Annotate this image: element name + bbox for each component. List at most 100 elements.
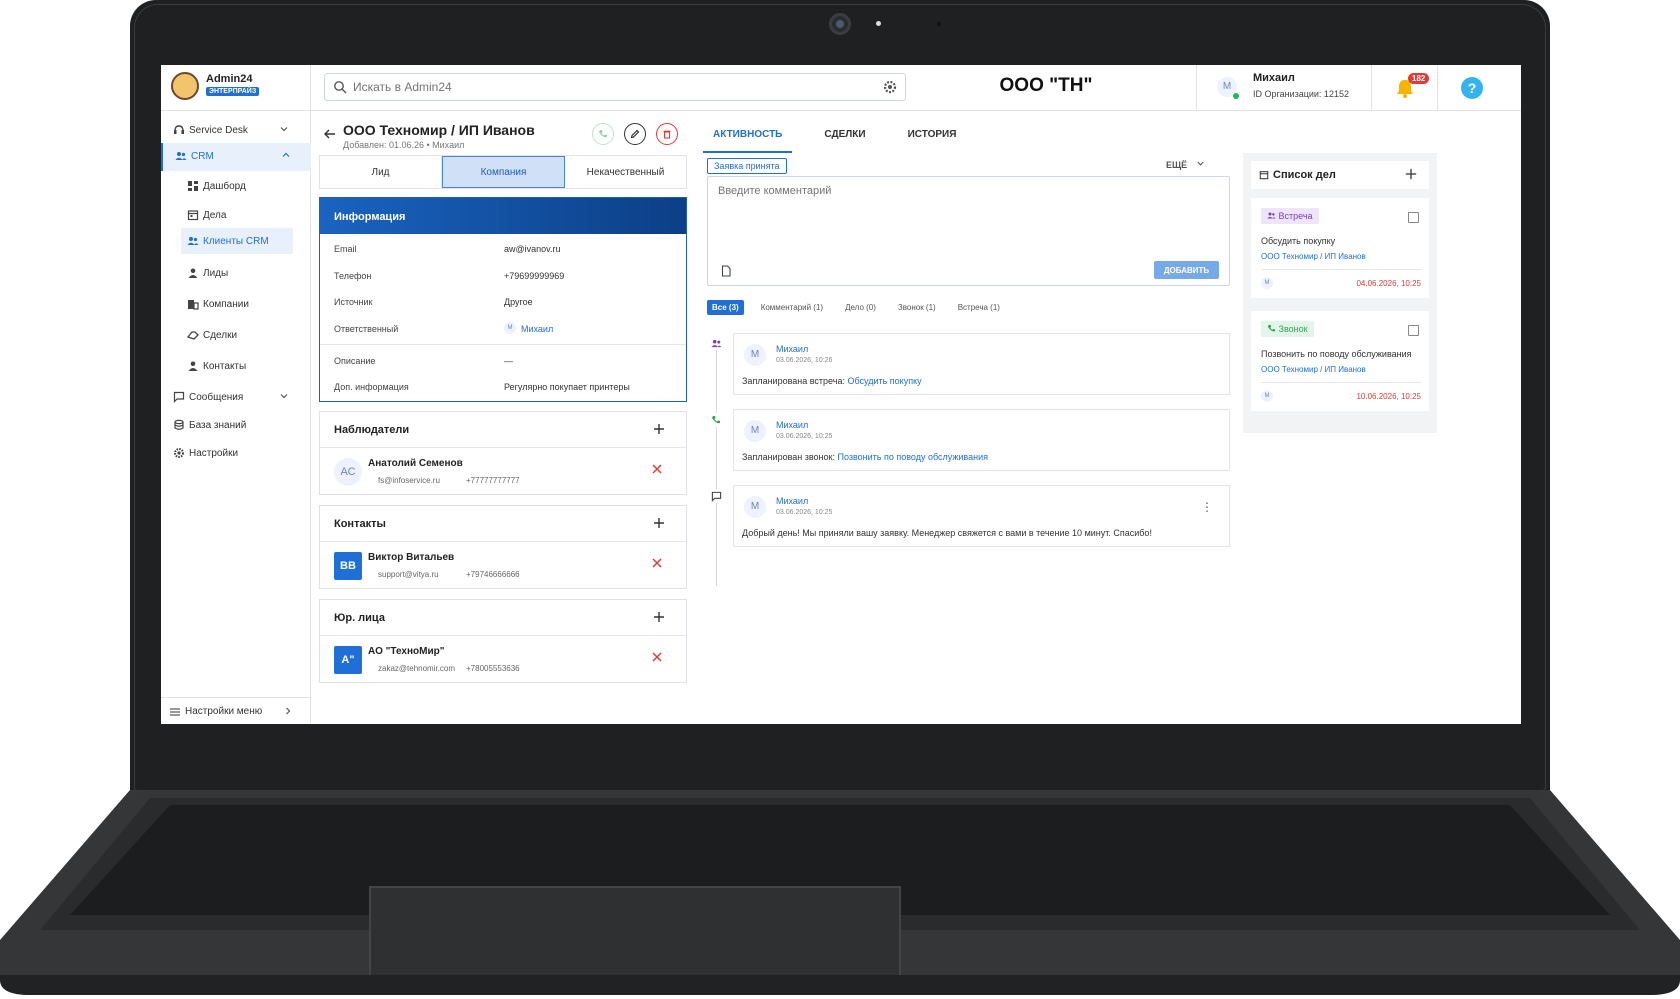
call-button[interactable] [592,123,614,145]
meeting-icon [709,336,723,350]
sidebar-item-label: Контакты [203,361,247,372]
chevron-right-icon [286,707,291,715]
author-name[interactable]: Михаил [776,420,808,430]
top-bar: Admin24 ЭНТЕРПРАЙЗ ООО "ТН" M Михаил ID … [161,65,1521,111]
comment-input[interactable] [718,185,1218,245]
chevron-down-icon [1197,161,1204,166]
todo-header: Список дел [1251,161,1429,189]
todo-title: Обсудить покупку [1261,236,1336,246]
activity-item[interactable]: M Михаил 03.06.2026, 10:25 Запланирован … [733,409,1230,471]
user-name: Михаил [1253,72,1295,84]
phone-icon [1267,324,1276,332]
help-icon[interactable]: ? [1461,77,1483,99]
legal-entity-row[interactable]: А" АО "ТехноМир" zakaz@tehnomir.com +780… [320,636,686,680]
more-button[interactable]: ЕЩЁ [1166,159,1205,170]
sidebar-item-label: CRM [191,151,214,162]
sidebar-item-leads[interactable]: Лиды [161,260,311,286]
activity-text: Добрый день! Мы приняли вашу заявку. Мен… [742,528,1152,538]
gear-icon [174,448,184,458]
todo-checkbox[interactable] [1408,325,1419,336]
organization-title: ООО "ТН" [999,75,1093,96]
info-value-phone[interactable]: +79699999969 [504,271,564,281]
activity-link[interactable]: Позвонить по поводу обслуживания [837,452,988,462]
lead-status-switcher: Лид Компания Некачественный [319,155,687,189]
info-label-description: Описание [334,356,376,366]
sidebar-item-contacts[interactable]: Контакты [161,353,311,379]
remove-contact-icon[interactable] [652,558,662,568]
brand[interactable]: Admin24 ЭНТЕРПРАЙЗ [161,65,311,111]
filter-comments[interactable]: Комментарий (1) [756,300,828,315]
add-observer-plus-icon[interactable] [652,422,666,436]
info-value-description: — [504,356,513,366]
todo-type-label: Встреча [1278,211,1313,221]
sidebar-item-label: База знаний [189,420,247,431]
user-menu[interactable]: M Михаил ID Организации: 12152 [1196,65,1372,111]
activity-date: 03.06.2026, 10:26 [776,357,833,364]
add-comment-button[interactable]: ДОБАВИТЬ [1154,261,1219,279]
sidebar-item-tasks[interactable]: Дела [161,202,311,228]
back-arrow-icon[interactable] [323,127,337,141]
sidebar-item-crm[interactable]: CRM [161,143,311,171]
delete-button[interactable] [656,123,678,145]
tab-deals[interactable]: СДЕЛКИ [814,125,875,153]
add-task-plus-icon[interactable] [1405,168,1417,180]
contacts-card: Контакты ВВ Виктор Витальев support@vity… [319,505,687,589]
attach-file-icon[interactable] [720,265,732,277]
sidebar-item-service-desk[interactable]: Service Desk [161,117,311,143]
menu-settings-button[interactable]: Настройки меню [161,697,311,724]
todo-client-link[interactable]: ООО Техномир / ИП Иванов [1261,252,1366,261]
todo-item[interactable]: Звонок Позвонить по поводу обслуживания … [1251,311,1429,411]
notifications-button[interactable]: 182 [1372,65,1438,111]
filter-meetings[interactable]: Встреча (1) [953,300,1005,315]
more-vert-icon[interactable]: ⋮ [1201,500,1213,514]
todo-type-chip: Звонок [1261,321,1314,337]
tab-history[interactable]: ИСТОРИЯ [898,125,967,153]
segment-unqualified[interactable]: Некачественный [565,156,686,188]
sidebar-item-deals[interactable]: Сделки [161,322,311,348]
observer-row[interactable]: АС Анатолий Семенов fs@infoservice.ru +7… [320,448,686,492]
todo-item[interactable]: Встреча Обсудить покупку ООО Техномир / … [1251,198,1429,298]
responsible-avatar: M [504,322,516,334]
status-badge[interactable]: Заявка принята [707,158,787,174]
activity-link[interactable]: Обсудить покупку [847,376,921,386]
segment-lead[interactable]: Лид [320,156,442,188]
todo-client-link[interactable]: ООО Техномир / ИП Иванов [1261,365,1366,374]
brand-logo [171,72,199,100]
remove-observer-icon[interactable] [652,464,662,474]
activity-item[interactable]: M Михаил 03.06.2026, 10:25 Добрый день! … [733,485,1230,547]
add-contact-plus-icon[interactable] [652,516,666,530]
timeline-line [716,336,717,586]
gear-icon[interactable] [883,80,897,94]
edit-button[interactable] [624,123,646,145]
filter-calls[interactable]: Звонок (1) [893,300,941,315]
activity-item[interactable]: M Михаил 03.06.2026, 10:26 Запланирована… [733,333,1230,395]
segment-company[interactable]: Компания [442,156,565,188]
remove-legal-entity-icon[interactable] [652,652,662,662]
search-input[interactable] [353,75,853,99]
author-name[interactable]: Михаил [776,344,808,354]
sidebar-item-settings[interactable]: Настройки [161,440,311,466]
add-legal-entity-plus-icon[interactable] [652,610,666,624]
info-value-responsible[interactable]: Михаил [521,324,553,334]
sidebar-item-crm-clients[interactable]: Клиенты CRM [181,228,293,254]
tab-activity[interactable]: АКТИВНОСТЬ [703,125,793,153]
info-value-email[interactable]: aw@ivanov.ru [504,244,561,254]
contacts-title: Контакты [320,506,686,542]
sidebar-item-messages[interactable]: Сообщения [161,384,311,410]
filter-all[interactable]: Все (3) [707,300,744,315]
chevron-down-icon [280,394,288,399]
contact-row[interactable]: ВВ Виктор Витальев support@vitya.ru +797… [320,542,686,586]
section-title: Наблюдатели [334,424,410,436]
sidebar-item-dashboard[interactable]: Дашборд [161,173,311,199]
search-box[interactable] [324,73,906,101]
observer-phone: +77777777777 [466,476,520,485]
filter-tasks[interactable]: Дело (0) [840,300,881,315]
author-name[interactable]: Михаил [776,496,808,506]
todo-checkbox[interactable] [1408,212,1419,223]
author-avatar: M [744,496,766,518]
sidebar-item-companies[interactable]: Компании [161,291,311,317]
sidebar-item-knowledge-base[interactable]: База знаний [161,412,311,438]
service-desk-icon [174,125,184,134]
author-avatar: M [744,344,766,366]
comment-box: ДОБАВИТЬ [707,176,1230,286]
